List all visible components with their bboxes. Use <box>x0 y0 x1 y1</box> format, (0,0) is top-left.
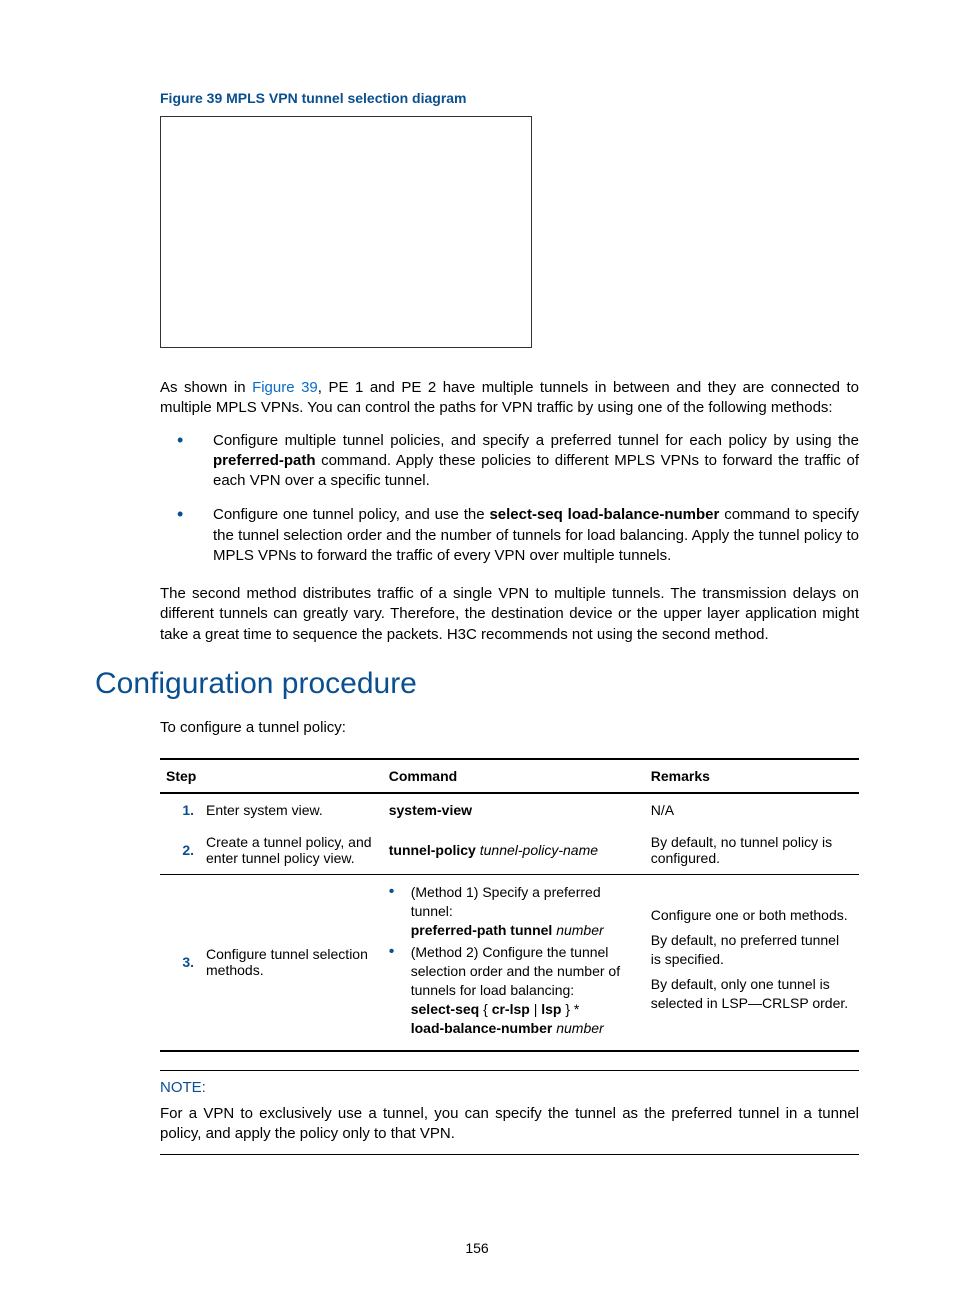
col-step: Step <box>160 759 383 793</box>
step-desc: Enter system view. <box>200 793 383 826</box>
step-number: 1. <box>160 793 200 826</box>
paragraph-warning: The second method distributes traffic of… <box>160 584 859 645</box>
step-remarks: By default, no tunnel policy is configur… <box>645 826 859 875</box>
table-row: 2. Create a tunnel policy, and enter tun… <box>160 826 859 875</box>
list-item: • Configure one tunnel policy, and use t… <box>177 505 859 566</box>
step-command: system-view <box>383 793 645 826</box>
page-number: 156 <box>0 1240 954 1256</box>
bullet-icon: • <box>389 943 411 1037</box>
step-desc: Configure tunnel selection methods. <box>200 874 383 1051</box>
col-remarks: Remarks <box>645 759 859 793</box>
list-item: • Configure multiple tunnel policies, an… <box>177 431 859 492</box>
figure-link[interactable]: Figure 39 <box>252 379 318 396</box>
step-desc: Create a tunnel policy, and enter tunnel… <box>200 826 383 875</box>
method-list: • Configure multiple tunnel policies, an… <box>95 431 859 567</box>
text-prefix: As shown in <box>160 379 252 396</box>
step-remarks: Configure one or both methods. By defaul… <box>645 874 859 1051</box>
section-heading: Configuration procedure <box>95 667 859 701</box>
figure-placeholder <box>160 116 532 348</box>
procedure-intro: To configure a tunnel policy: <box>160 719 859 736</box>
method-text: (Method 1) Specify a preferred tunnel: p… <box>411 883 639 940</box>
figure-caption: Figure 39 MPLS VPN tunnel selection diag… <box>160 90 859 106</box>
bullet-icon: • <box>177 505 213 566</box>
step-command: tunnel-policy tunnel-policy-name <box>383 826 645 875</box>
bullet-icon: • <box>389 883 411 940</box>
list-item-text: Configure multiple tunnel policies, and … <box>213 431 859 492</box>
method-text: (Method 2) Configure the tunnel selectio… <box>411 943 639 1037</box>
table-row: 1. Enter system view. system-view N/A <box>160 793 859 826</box>
list-item-text: Configure one tunnel policy, and use the… <box>213 505 859 566</box>
note-box: NOTE: For a VPN to exclusively use a tun… <box>160 1070 859 1156</box>
col-command: Command <box>383 759 645 793</box>
note-text: For a VPN to exclusively use a tunnel, y… <box>160 1104 859 1145</box>
table-row: 3. Configure tunnel selection methods. •… <box>160 874 859 1051</box>
paragraph-intro: As shown in Figure 39, PE 1 and PE 2 hav… <box>160 378 859 419</box>
procedure-table: Step Command Remarks 1. Enter system vie… <box>160 758 859 1052</box>
step-command: • (Method 1) Specify a preferred tunnel:… <box>383 874 645 1051</box>
bullet-icon: • <box>177 431 213 492</box>
note-label: NOTE: <box>160 1079 859 1096</box>
step-remarks: N/A <box>645 793 859 826</box>
step-number: 2. <box>160 826 200 875</box>
step-number: 3. <box>160 874 200 1051</box>
